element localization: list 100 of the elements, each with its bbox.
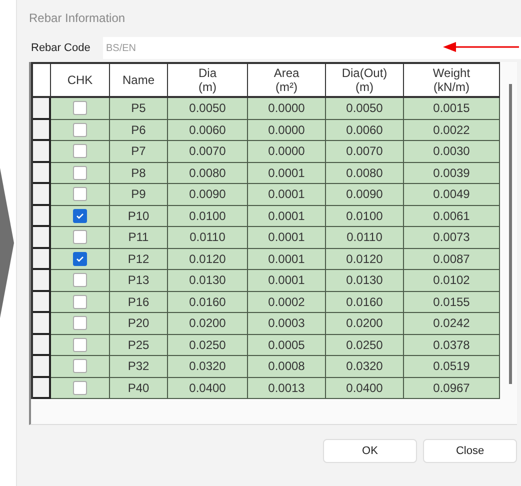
table-cell: 0.0155 xyxy=(404,292,500,313)
dialog-button[interactable]: OK xyxy=(323,439,417,463)
table-cell: 0.0250 xyxy=(168,334,248,356)
table-cell: 0.0013 xyxy=(248,378,326,399)
table-cell: 0.0001 xyxy=(248,270,326,292)
table-cell: 0.0000 xyxy=(248,120,326,141)
checkbox[interactable] xyxy=(73,101,87,116)
checkbox[interactable] xyxy=(73,380,87,395)
window-title: Rebar Information xyxy=(29,11,126,25)
checkmark-icon xyxy=(76,254,84,263)
table-cell: P10 xyxy=(110,206,168,227)
row-header[interactable] xyxy=(33,120,51,141)
row-header[interactable] xyxy=(33,162,51,184)
table-cell: 0.0001 xyxy=(248,184,326,206)
table-cell: P12 xyxy=(110,248,168,270)
header-unit: (m) xyxy=(356,80,374,94)
row-header[interactable] xyxy=(33,356,51,378)
dialog-button[interactable]: Close xyxy=(423,439,517,463)
row-header[interactable] xyxy=(33,98,51,120)
table-cell: 0.0519 xyxy=(404,356,500,378)
table-cell: 0.0320 xyxy=(326,356,404,378)
table-cell: 0.0130 xyxy=(168,270,248,292)
table-cell: P32 xyxy=(110,356,168,378)
table-cell: 0.0967 xyxy=(404,378,500,399)
checkbox[interactable] xyxy=(73,187,87,202)
table-cell: 0.0050 xyxy=(326,98,404,120)
table-cell: 0.0120 xyxy=(326,248,404,270)
table-cell: 0.0087 xyxy=(404,248,500,270)
checkbox[interactable] xyxy=(73,144,87,158)
table-cell: 0.0120 xyxy=(168,248,248,270)
row-header[interactable] xyxy=(33,334,51,356)
row-header[interactable] xyxy=(33,248,51,270)
row-header[interactable] xyxy=(33,184,51,206)
checkbox[interactable] xyxy=(73,230,87,244)
checkbox[interactable] xyxy=(73,273,87,288)
table-cell: 0.0030 xyxy=(404,141,500,162)
table-cell: 0.0001 xyxy=(248,227,326,248)
header-unit: (m²) xyxy=(276,80,298,94)
table-cell: 0.0049 xyxy=(404,184,500,206)
checkbox[interactable] xyxy=(73,122,87,137)
table-cell: 0.0039 xyxy=(404,162,500,184)
table-cell: 0.0242 xyxy=(404,313,500,334)
checkbox[interactable] xyxy=(73,338,87,352)
table-cell: 0.0080 xyxy=(168,162,248,184)
table-cell: P25 xyxy=(110,334,168,356)
header-label: Dia xyxy=(198,66,216,80)
header-unit: (kN/m) xyxy=(434,80,470,94)
table-cell: 0.0160 xyxy=(168,292,248,313)
field-label: Rebar Code xyxy=(30,42,92,54)
checkbox[interactable] xyxy=(73,316,87,330)
table-cell: 0.0250 xyxy=(326,334,404,356)
table-cell: 0.0070 xyxy=(168,141,248,162)
row-header[interactable] xyxy=(33,227,51,248)
header-label: Name xyxy=(122,73,154,87)
table-cell: 0.0060 xyxy=(326,120,404,141)
table-cell: 0.0001 xyxy=(248,162,326,184)
table-cell: P8 xyxy=(110,162,168,184)
table-cell: 0.0200 xyxy=(326,313,404,334)
table-cell: 0.0073 xyxy=(404,227,500,248)
table-cell: 0.0005 xyxy=(248,334,326,356)
table-cell: P16 xyxy=(110,292,168,313)
table-cell: 0.0090 xyxy=(168,184,248,206)
table-cell: 0.0001 xyxy=(248,206,326,227)
table-cell: 0.0100 xyxy=(326,206,404,227)
table-cell: 0.0130 xyxy=(326,270,404,292)
table-cell: 0.0002 xyxy=(248,292,326,313)
table-cell: 0.0400 xyxy=(326,378,404,399)
table-cell: P20 xyxy=(110,313,168,334)
table-cell: 0.0090 xyxy=(326,184,404,206)
table-cell: P40 xyxy=(110,378,168,399)
table-cell: 0.0008 xyxy=(248,356,326,378)
header-label: Area xyxy=(274,66,300,80)
table-cell: 0.0061 xyxy=(404,206,500,227)
table-cell: 0.0050 xyxy=(168,98,248,120)
row-header[interactable] xyxy=(33,270,51,292)
header-unit: (m) xyxy=(198,80,216,94)
table-cell: P11 xyxy=(110,227,168,248)
scrollbar[interactable] xyxy=(508,84,512,384)
row-header[interactable] xyxy=(33,292,51,313)
checkbox[interactable] xyxy=(73,294,87,309)
table-cell: 0.0100 xyxy=(168,206,248,227)
header-label: CHK xyxy=(67,73,93,87)
table-cell: P7 xyxy=(110,141,168,162)
row-header[interactable] xyxy=(33,313,51,334)
table-cell: 0.0400 xyxy=(168,378,248,399)
table-cell: P13 xyxy=(110,270,168,292)
table-cell: 0.0110 xyxy=(326,227,404,248)
table-cell: 0.0000 xyxy=(248,141,326,162)
table-cell: 0.0003 xyxy=(248,313,326,334)
row-header[interactable] xyxy=(33,206,51,227)
table-cell: 0.0070 xyxy=(326,141,404,162)
table-cell: 0.0110 xyxy=(168,227,248,248)
checkbox[interactable] xyxy=(73,252,87,266)
header-label: Dia(Out) xyxy=(342,66,388,80)
checkbox[interactable] xyxy=(73,208,87,223)
row-header[interactable] xyxy=(33,141,51,162)
checkbox[interactable] xyxy=(73,359,87,374)
table-cell: P5 xyxy=(110,98,168,120)
row-header[interactable] xyxy=(33,378,51,399)
checkbox[interactable] xyxy=(73,166,87,180)
